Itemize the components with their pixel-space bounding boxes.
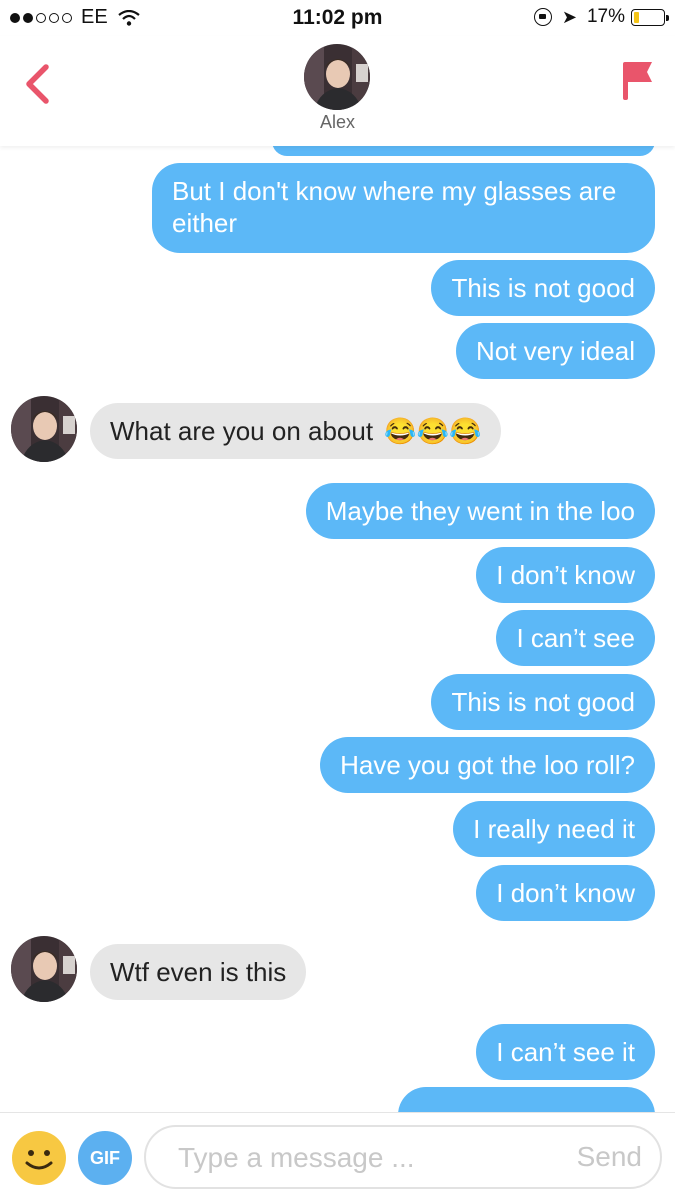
chat-header: Alex bbox=[0, 36, 675, 146]
send-button[interactable]: Send bbox=[577, 1127, 642, 1187]
message-bubble-outgoing[interactable]: I can’t see it bbox=[476, 1024, 655, 1080]
rotation-lock-icon bbox=[533, 8, 552, 26]
message-text: I can’t see it bbox=[496, 1037, 635, 1067]
message-text: Wtf even is this bbox=[110, 957, 287, 987]
message-bubble-outgoing[interactable]: Have you got the loo roll? bbox=[320, 737, 655, 793]
message-text: This is not good bbox=[451, 273, 635, 303]
avatar-photo bbox=[304, 44, 370, 110]
message-text: Have you got the loo roll? bbox=[340, 750, 635, 780]
message-bubble-outgoing[interactable]: Not very ideal bbox=[456, 323, 655, 379]
contact-avatar[interactable] bbox=[11, 936, 77, 1002]
message-text: This is not good bbox=[451, 687, 635, 717]
message-text: I don’t know bbox=[496, 878, 635, 908]
message-bubble-outgoing[interactable]: This is not good bbox=[431, 260, 655, 316]
message-text: Not very ideal bbox=[476, 336, 635, 366]
message-bubble-outgoing[interactable]: I really need it bbox=[453, 801, 655, 857]
message-bubble-outgoing[interactable]: I don’t know bbox=[476, 865, 655, 921]
gif-button[interactable]: GIF bbox=[78, 1131, 132, 1185]
contact-avatar[interactable] bbox=[11, 396, 77, 462]
avatar-photo bbox=[11, 936, 77, 1002]
message-text: either bbox=[172, 208, 238, 238]
message-input[interactable] bbox=[176, 1127, 560, 1189]
message-input-field: Send bbox=[144, 1125, 662, 1189]
message-text: I really need it bbox=[473, 814, 635, 844]
chevron-left-icon[interactable] bbox=[22, 62, 52, 106]
contact-name: Alex bbox=[319, 112, 355, 132]
message-bubble-outgoing[interactable]: Maybe they went in the loo bbox=[305, 483, 655, 539]
smiley-icon[interactable] bbox=[12, 1131, 66, 1185]
message-bubble-outgoing[interactable]: I don’t know bbox=[476, 547, 655, 603]
message-bubble-outgoing[interactable] bbox=[272, 146, 655, 156]
message-text: I can’t see bbox=[516, 623, 635, 653]
message-text: But I don't know where my glasses are bbox=[172, 176, 617, 206]
message-bubble-outgoing[interactable]: But I don't know where my glasses are ei… bbox=[152, 163, 655, 253]
status-bar: EE 11:02 pm ➤ 17% bbox=[0, 0, 675, 36]
battery-level bbox=[634, 11, 639, 23]
battery-icon bbox=[631, 8, 669, 26]
contact-avatar[interactable] bbox=[304, 44, 370, 110]
message-list[interactable]: But I don't know where my glasses are ei… bbox=[0, 146, 675, 1112]
message-text: Maybe they went in the loo bbox=[325, 496, 635, 526]
message-bubble-incoming[interactable]: Wtf even is this bbox=[90, 944, 307, 1000]
laughing-emoji-icon: 😂😂😂 bbox=[384, 416, 482, 446]
message-text: What are you on about bbox=[110, 416, 374, 446]
message-bubble-outgoing[interactable]: This is not good bbox=[431, 674, 655, 730]
avatar-photo bbox=[11, 396, 77, 462]
message-bubble-incoming[interactable]: What are you on about 😂😂😂 bbox=[90, 403, 502, 459]
message-bubble-outgoing[interactable]: I can’t see bbox=[496, 610, 655, 666]
message-bubble-outgoing[interactable] bbox=[398, 1087, 655, 1112]
message-text: I don’t know bbox=[496, 560, 635, 590]
flag-icon[interactable] bbox=[619, 58, 655, 102]
location-arrow-icon: ➤ bbox=[561, 6, 577, 27]
message-composer: GIF Send bbox=[0, 1112, 675, 1201]
battery-percent: 17% bbox=[586, 6, 625, 27]
